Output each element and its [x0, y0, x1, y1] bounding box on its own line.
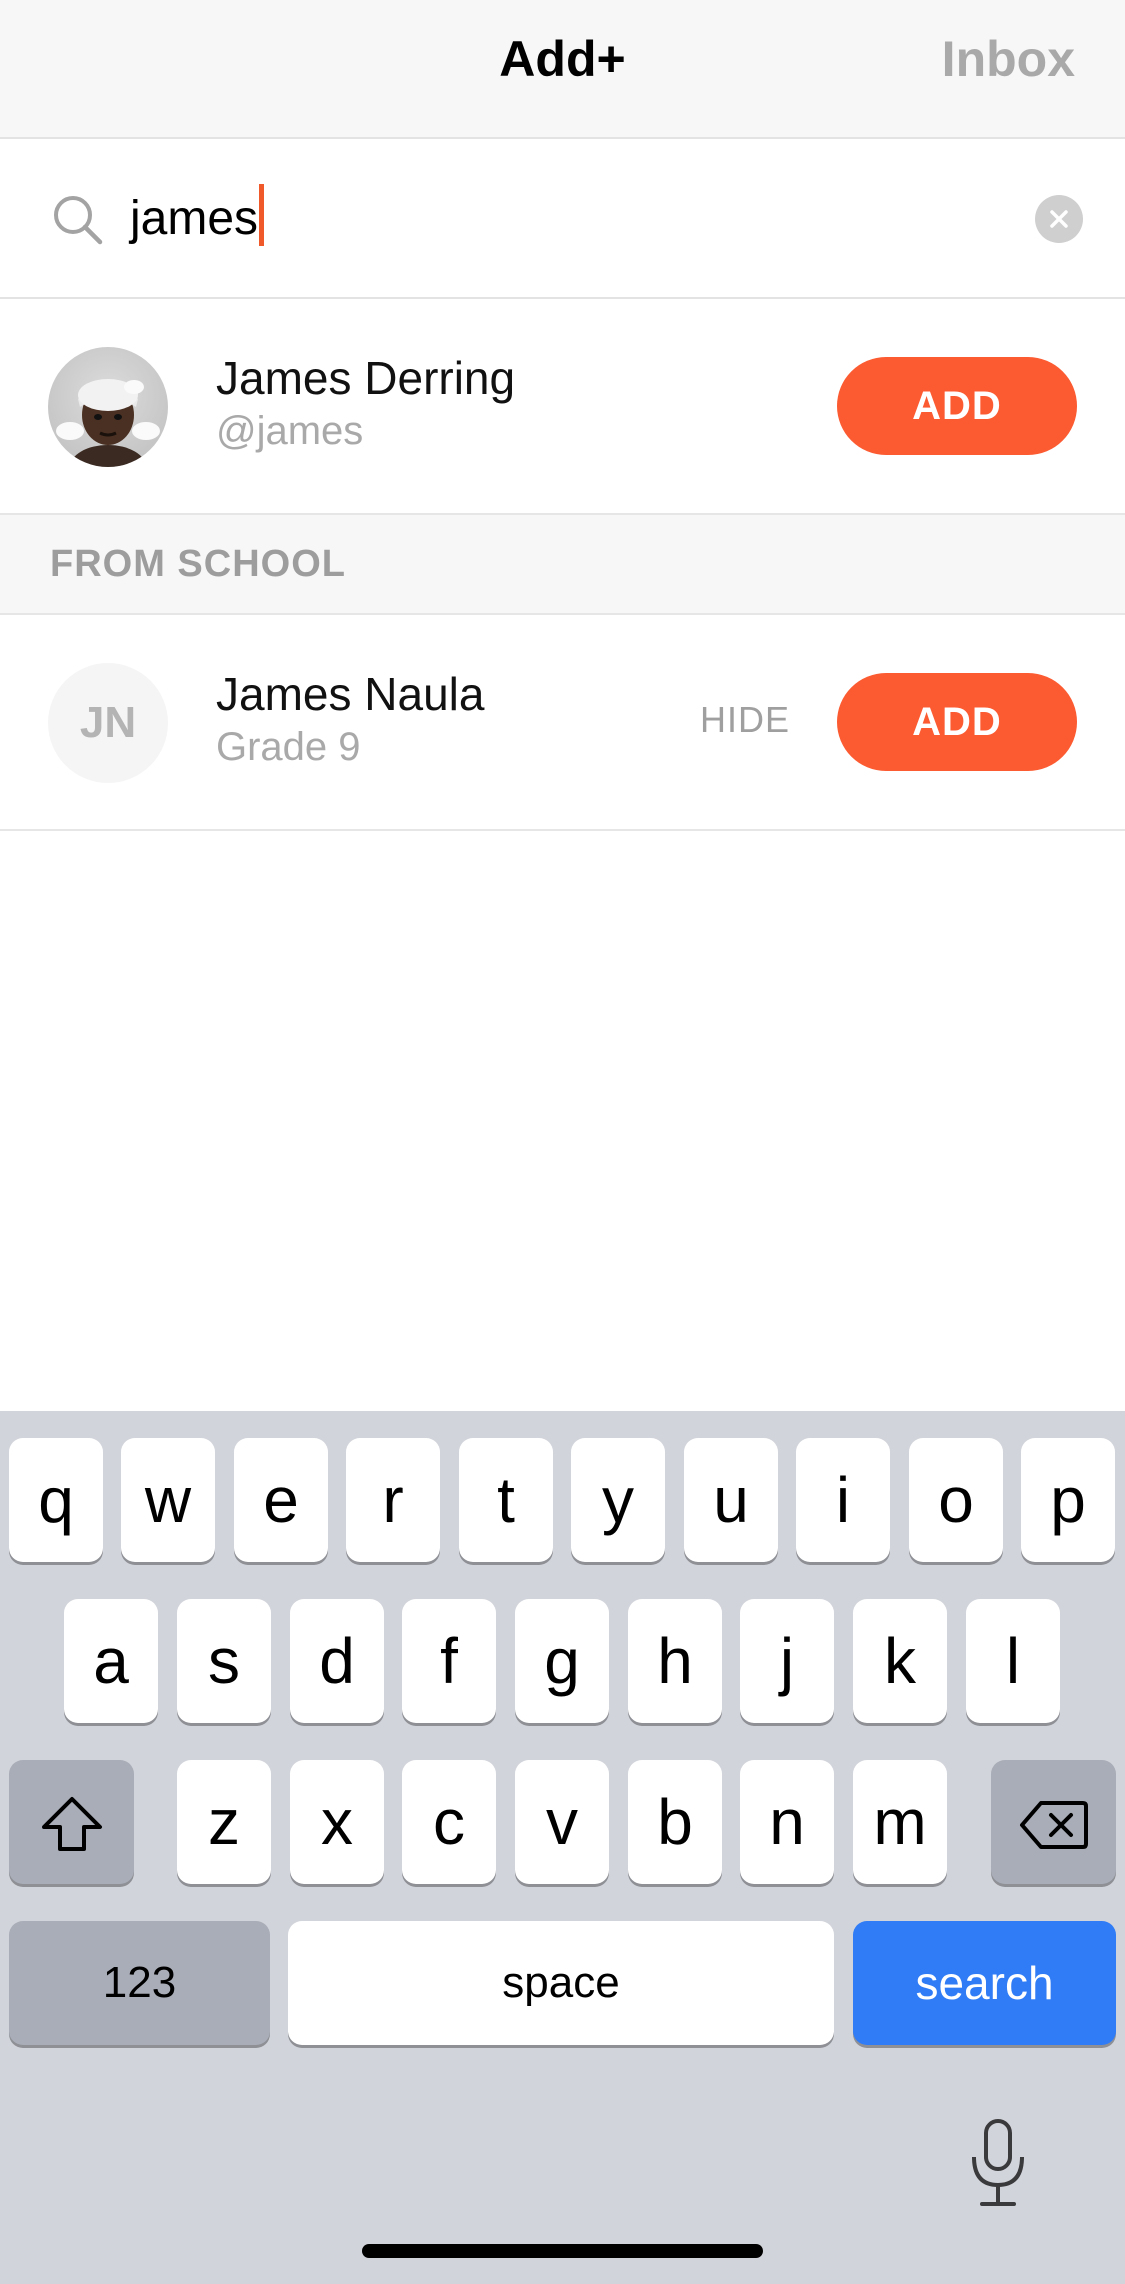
- search-input-value: james: [130, 192, 259, 245]
- initials-avatar: JN: [48, 663, 168, 783]
- shift-icon: [41, 1796, 102, 1851]
- key-y[interactable]: y: [571, 1438, 665, 1562]
- top-bar: Add+ Inbox: [0, 0, 1125, 139]
- key-n[interactable]: n: [740, 1760, 834, 1884]
- add-friend-button[interactable]: ADD: [837, 673, 1077, 771]
- numbers-key[interactable]: 123: [9, 1921, 270, 2045]
- key-v[interactable]: v: [515, 1760, 609, 1884]
- home-indicator[interactable]: [362, 2244, 763, 2258]
- key-c[interactable]: c: [402, 1760, 496, 1884]
- key-d[interactable]: d: [290, 1599, 384, 1723]
- key-k[interactable]: k: [853, 1599, 947, 1723]
- backspace-icon: [1019, 1800, 1088, 1849]
- hide-button[interactable]: HIDE: [700, 699, 790, 741]
- delete-key[interactable]: [991, 1760, 1116, 1884]
- search-result-row[interactable]: James Derring @james ADD: [0, 299, 1125, 515]
- result-name: James Naula: [216, 668, 485, 720]
- key-i[interactable]: i: [796, 1438, 890, 1562]
- key-t[interactable]: t: [459, 1438, 553, 1562]
- key-w[interactable]: w: [121, 1438, 215, 1562]
- result-name: James Derring: [216, 352, 516, 404]
- key-g[interactable]: g: [515, 1599, 609, 1723]
- key-b[interactable]: b: [628, 1760, 722, 1884]
- memoji-avatar: [48, 347, 168, 467]
- key-r[interactable]: r: [346, 1438, 440, 1562]
- key-m[interactable]: m: [853, 1760, 947, 1884]
- key-j[interactable]: j: [740, 1599, 834, 1723]
- key-s[interactable]: s: [177, 1599, 271, 1723]
- search-bar: james: [0, 139, 1125, 299]
- key-a[interactable]: a: [64, 1599, 158, 1723]
- avatar-image: [56, 379, 160, 467]
- key-o[interactable]: o: [909, 1438, 1003, 1562]
- key-q[interactable]: q: [9, 1438, 103, 1562]
- key-f[interactable]: f: [402, 1599, 496, 1723]
- key-l[interactable]: l: [966, 1599, 1060, 1723]
- add-friend-button[interactable]: ADD: [837, 357, 1077, 455]
- school-result-row[interactable]: JN James Naula Grade 9 HIDE ADD: [0, 615, 1125, 831]
- space-key[interactable]: space: [288, 1921, 834, 2045]
- key-h[interactable]: h: [628, 1599, 722, 1723]
- result-grade: Grade 9: [216, 725, 361, 769]
- key-x[interactable]: x: [290, 1760, 384, 1884]
- key-z[interactable]: z: [177, 1760, 271, 1884]
- key-e[interactable]: e: [234, 1438, 328, 1562]
- section-label: FROM SCHOOL: [50, 543, 346, 585]
- clear-search-button[interactable]: [1035, 195, 1083, 243]
- search-icon: [54, 196, 103, 245]
- clear-icon: [1050, 210, 1068, 228]
- inbox-link[interactable]: Inbox: [942, 30, 1075, 88]
- search-key[interactable]: search: [853, 1921, 1116, 2045]
- result-username: @james: [216, 409, 364, 453]
- key-p[interactable]: p: [1021, 1438, 1115, 1562]
- search-input[interactable]: james: [130, 181, 1010, 257]
- shift-key[interactable]: [9, 1760, 134, 1884]
- text-caret: [259, 184, 265, 246]
- microphone-icon[interactable]: [966, 2117, 1030, 2209]
- key-u[interactable]: u: [684, 1438, 778, 1562]
- section-header: FROM SCHOOL: [0, 515, 1125, 615]
- keyboard: q w e r t y u i o p a s d f g h j k l z …: [0, 1411, 1125, 2284]
